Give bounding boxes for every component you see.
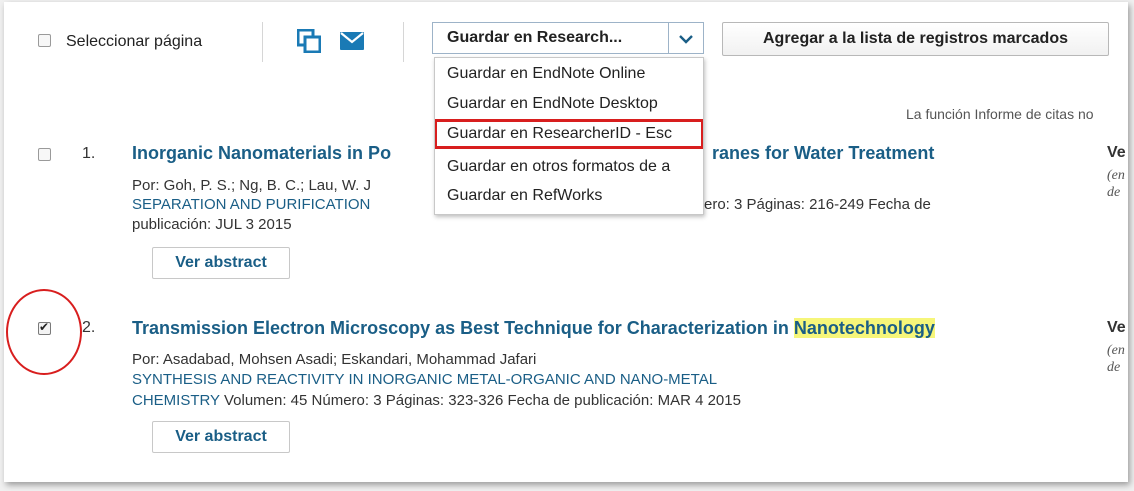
dropdown-item-researcherid[interactable]: Guardar en ResearcherID - Esc [435,119,703,149]
record-authors: Por: Goh, P. S.; Ng, B. C.; Lau, W. J [132,177,371,194]
results-panel: Seleccionar página Guardar en Research..… [4,2,1128,482]
citation-report-note: La función Informe de citas no [906,106,1094,122]
dropdown-item-endnote-online[interactable]: Guardar en EndNote Online [435,60,703,88]
search-term-highlight: Nanotechnology [793,318,935,338]
record-authors: Por: Asadabad, Mohsen Asadi; Eskandari, … [132,351,537,368]
save-to-select[interactable]: Guardar en Research... [432,22,704,54]
toolbar-divider [262,22,263,62]
annotation-circle [6,289,82,375]
record-right-link[interactable]: Ve [1107,144,1126,162]
view-abstract-button[interactable]: Ver abstract [152,421,290,453]
chevron-down-icon[interactable] [668,23,703,53]
mail-icon[interactable] [340,32,364,50]
record-right-note: (en [1107,168,1125,183]
record-title-link[interactable]: Inorganic Nanomaterials in Po [132,143,391,164]
select-page-label: Seleccionar página [66,33,203,50]
record-source-link[interactable]: SEPARATION AND PURIFICATION [132,196,370,213]
record-checkbox[interactable] [38,148,51,161]
record-number: 1. [82,145,96,162]
record-right-link[interactable]: Ve [1107,319,1126,337]
save-to-select-value: Guardar en Research... [447,29,623,46]
record-right-note: de [1107,360,1121,375]
more-options-icon[interactable]: ⋮ [1121,80,1128,100]
select-page-checkbox[interactable] [38,34,51,47]
record-number: 2. [82,319,96,336]
view-abstract-button[interactable]: Ver abstract [152,247,290,279]
print-icon[interactable] [297,29,321,53]
record-source-link[interactable]: SYNTHESIS AND REACTIVITY IN INORGANIC ME… [132,371,717,388]
record-details: ero: 3 Páginas: 216-249 Fecha de [704,196,931,213]
dropdown-item-endnote-desktop[interactable]: Guardar en EndNote Desktop [435,90,703,118]
record-details: CHEMISTRY Volumen: 45 Número: 3 Páginas:… [132,392,741,409]
record-details-text: Volumen: 45 Número: 3 Páginas: 323-326 F… [219,392,741,409]
record-publication-date: publicación: JUL 3 2015 [132,216,292,233]
add-to-marked-list-button[interactable]: Agregar a la lista de registros marcados [722,22,1109,56]
dropdown-item-refworks[interactable]: Guardar en RefWorks [435,182,703,210]
save-to-dropdown-menu: Guardar en EndNote Online Guardar en End… [434,57,704,215]
record-title-text: Transmission Electron Microscopy as Best… [132,318,794,338]
record-title-link-tail[interactable]: ranes for Water Treatment [712,143,934,164]
toolbar-divider [403,22,404,62]
record-right-note: de [1107,185,1121,200]
record-right-note: (en [1107,343,1125,358]
record-source-link[interactable]: CHEMISTRY [132,392,220,409]
record-title-link[interactable]: Transmission Electron Microscopy as Best… [132,318,935,339]
dropdown-item-other-formats[interactable]: Guardar en otros formatos de a [435,153,703,181]
